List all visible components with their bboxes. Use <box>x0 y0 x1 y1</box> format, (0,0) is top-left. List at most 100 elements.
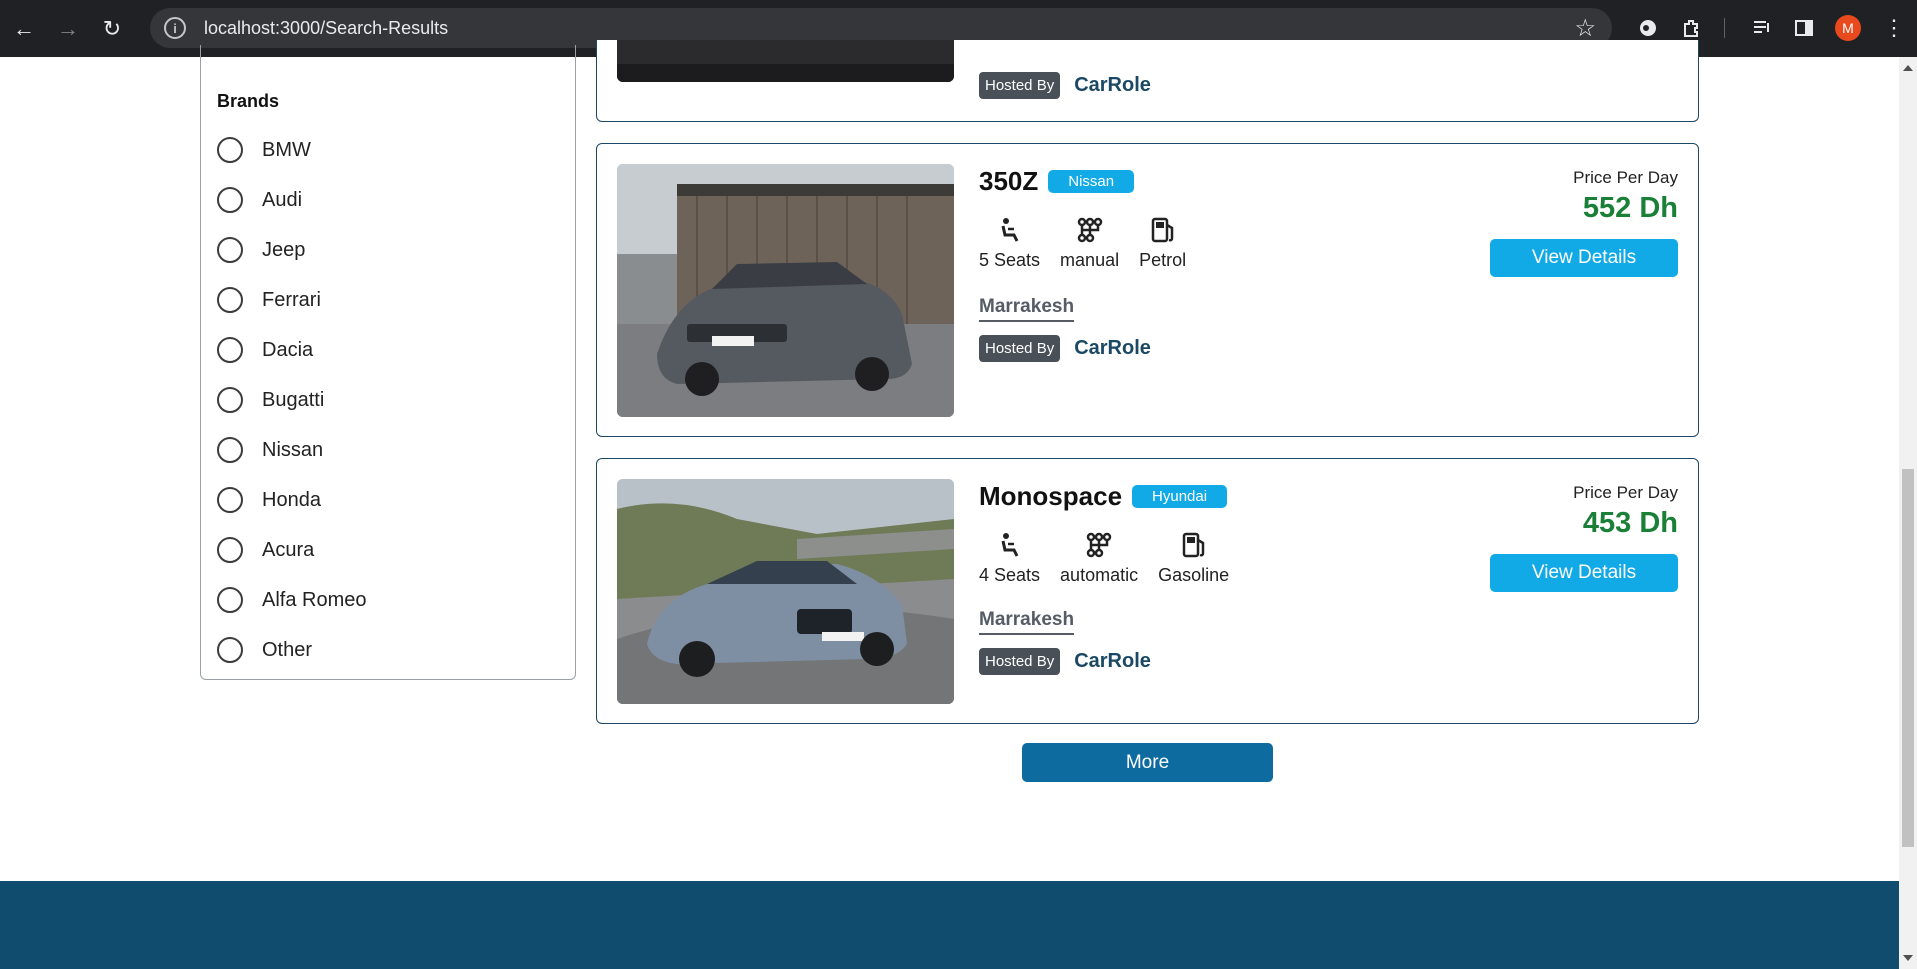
view-details-button[interactable]: View Details <box>1490 239 1678 277</box>
brand-badge: Hyundai <box>1132 485 1228 508</box>
car-name: 350Z <box>979 166 1039 196</box>
brand-option-honda[interactable]: Honda <box>217 485 321 515</box>
car-card: 350Z Nissan 5 Seats manual Petrol Marrak… <box>596 143 1699 437</box>
radio-button[interactable] <box>217 387 243 413</box>
host-row: Hosted By CarRole <box>979 648 1151 675</box>
transmission-label: manual <box>1060 250 1120 270</box>
forward-icon[interactable]: → <box>48 9 88 49</box>
host-name-link[interactable]: CarRole <box>1074 337 1151 360</box>
seat-icon <box>1001 218 1018 242</box>
price-per-day-label: Price Per Day <box>1573 483 1678 502</box>
hosted-by-badge: Hosted By <box>979 335 1061 362</box>
brand-option-audi[interactable]: Audi <box>217 185 302 215</box>
media-control-icon[interactable] <box>1748 14 1776 42</box>
car-specs: 4 Seats automatic Gasoline <box>979 531 1249 586</box>
host-name-link[interactable]: CarRole <box>1074 650 1151 673</box>
view-details-button[interactable]: View Details <box>1490 554 1678 592</box>
brand-option-bmw[interactable]: BMW <box>217 135 311 165</box>
car-card: Hosted By CarRole <box>596 40 1699 122</box>
radio-button[interactable] <box>217 637 243 663</box>
radio-button[interactable] <box>217 437 243 463</box>
fuel-label: Gasoline <box>1158 565 1230 585</box>
price-value: 453 Dh <box>1582 507 1678 539</box>
url-text[interactable]: localhost:3000/Search-Results <box>204 18 448 39</box>
brand-label: Audi <box>262 188 303 211</box>
bookmark-star-icon[interactable]: ☆ <box>1574 14 1596 43</box>
spec-fuel: Petrol <box>1139 216 1186 271</box>
hosted-by-badge: Hosted By <box>979 648 1061 675</box>
price-per-day-label: Price Per Day <box>1573 168 1678 187</box>
host-row: Hosted By CarRole <box>979 335 1151 362</box>
car-card: Monospace Hyundai 4 Seats automatic Gaso… <box>596 458 1699 724</box>
car-image[interactable] <box>617 479 954 704</box>
transmission-label: automatic <box>1060 565 1139 585</box>
side-panel-icon[interactable] <box>1790 14 1818 42</box>
brand-label: Other <box>262 638 313 661</box>
car-title: 350Z Nissan <box>979 166 1135 197</box>
menu-kebab-icon[interactable]: ⋮ <box>1880 14 1908 42</box>
car-image[interactable] <box>617 40 954 82</box>
car-name: Monospace <box>979 481 1123 511</box>
page-scrollbar[interactable] <box>1899 57 1917 969</box>
brand-label: BMW <box>262 138 311 161</box>
scroll-thumb[interactable] <box>1902 469 1914 847</box>
radio-button[interactable] <box>217 237 243 263</box>
gearbox-icon <box>1077 217 1102 243</box>
brand-option-acura[interactable]: Acura <box>217 535 314 565</box>
brand-option-ferrari[interactable]: Ferrari <box>217 285 321 315</box>
site-info-icon[interactable]: i <box>164 17 186 39</box>
spec-seats: 5 Seats <box>979 216 1040 271</box>
fuel-pump-icon <box>1151 217 1173 243</box>
spec-fuel: Gasoline <box>1158 531 1229 586</box>
brand-label: Dacia <box>262 338 314 361</box>
brand-label: Bugatti <box>262 388 325 411</box>
host-name-link[interactable]: CarRole <box>1074 74 1151 97</box>
seat-icon <box>1001 533 1018 557</box>
radio-button[interactable] <box>217 537 243 563</box>
brand-option-dacia[interactable]: Dacia <box>217 335 313 365</box>
page-footer <box>0 881 1899 969</box>
price-value: 552 Dh <box>1582 192 1678 224</box>
scroll-up-icon[interactable] <box>1903 65 1913 71</box>
brand-label: Honda <box>262 488 321 511</box>
hosted-by-badge: Hosted By <box>979 72 1061 99</box>
extensions-puzzle-icon[interactable] <box>1678 14 1706 42</box>
scroll-down-icon[interactable] <box>1903 955 1913 961</box>
fuel-label: Petrol <box>1139 250 1187 270</box>
brand-badge: Nissan <box>1048 170 1135 193</box>
radio-button[interactable] <box>217 487 243 513</box>
spec-transmission: manual <box>1060 216 1119 271</box>
brand-option-nissan[interactable]: Nissan <box>217 435 323 465</box>
brand-label: Ferrari <box>262 288 321 311</box>
city-link[interactable]: Marrakesh <box>979 296 1075 322</box>
radio-button[interactable] <box>217 187 243 213</box>
brands-heading: Brands <box>217 91 280 111</box>
brand-label: Acura <box>262 538 315 561</box>
radio-button[interactable] <box>217 287 243 313</box>
city-link[interactable]: Marrakesh <box>979 609 1075 635</box>
brand-option-other[interactable]: Other <box>217 635 312 665</box>
brand-option-jeep[interactable]: Jeep <box>217 235 305 265</box>
seats-label: 5 Seats <box>979 250 1041 270</box>
radio-button[interactable] <box>217 337 243 363</box>
brand-option-alfa-romeo[interactable]: Alfa Romeo <box>217 585 367 615</box>
car-image[interactable] <box>617 164 954 417</box>
toolbar-divider <box>1724 18 1725 38</box>
reload-icon[interactable]: ↻ <box>92 9 132 49</box>
gearbox-icon <box>1086 532 1112 558</box>
radio-button[interactable] <box>217 137 243 163</box>
brand-option-bugatti[interactable]: Bugatti <box>217 385 324 415</box>
more-button[interactable]: More <box>1022 743 1273 782</box>
spec-seats: 4 Seats <box>979 531 1040 586</box>
car-specs: 5 Seats manual Petrol <box>979 216 1206 271</box>
fuel-pump-icon <box>1182 532 1204 558</box>
back-icon[interactable]: ← <box>4 9 44 49</box>
profile-avatar[interactable]: M <box>1835 15 1861 41</box>
extension-icon[interactable] <box>1634 14 1662 42</box>
car-title: Monospace Hyundai <box>979 481 1228 512</box>
brand-filter-panel: Brands BMW Audi Jeep Ferrari Dacia Bugat… <box>200 45 576 680</box>
radio-button[interactable] <box>217 587 243 613</box>
brand-label: Nissan <box>262 438 324 461</box>
brand-label: Alfa Romeo <box>262 588 367 611</box>
seats-label: 4 Seats <box>979 565 1041 585</box>
